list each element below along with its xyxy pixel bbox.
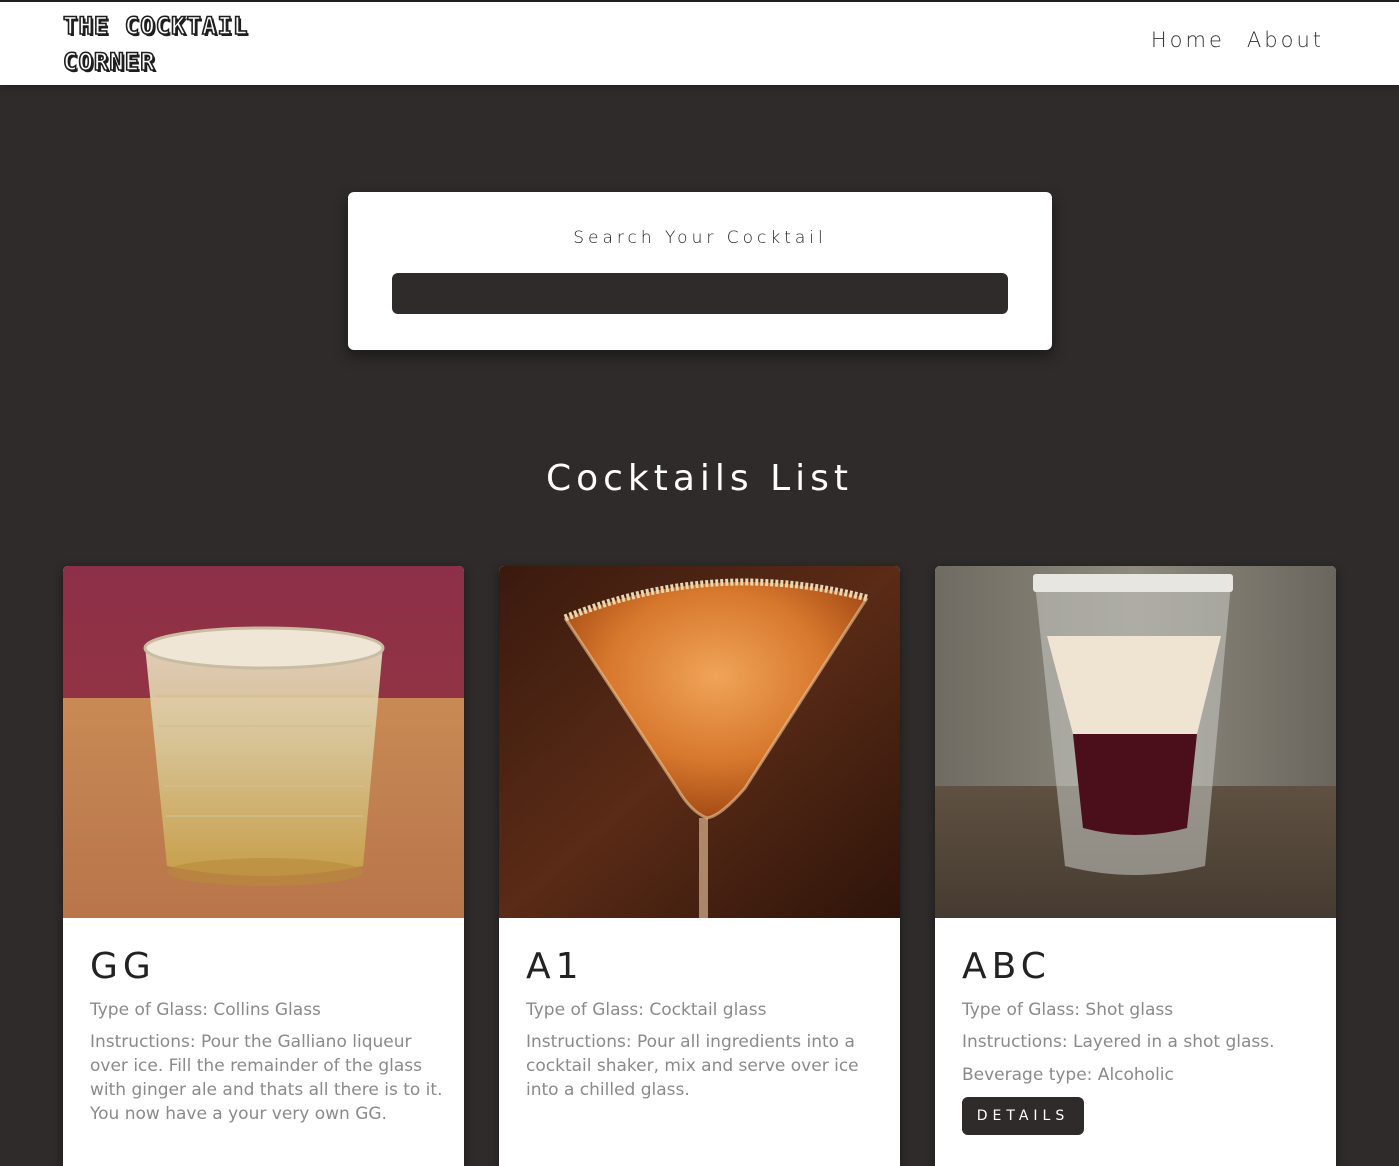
cocktail-glass-type: Type of Glass: Cocktail glass xyxy=(526,1000,767,1020)
cocktail-card: ABC Type of Glass: Shot glass Instructio… xyxy=(935,566,1336,1166)
search-card: Search Your Cocktail xyxy=(348,192,1052,350)
nav-links: Home About xyxy=(1151,28,1324,52)
cocktail-image xyxy=(63,566,464,918)
cocktail-card: A1 Type of Glass: Cocktail glass Instruc… xyxy=(499,566,900,1166)
cocktail-instructions: Instructions: Layered in a shot glass. xyxy=(962,1032,1275,1052)
nav-link-about[interactable]: About xyxy=(1247,28,1324,52)
cocktail-glass-type: Type of Glass: Collins Glass xyxy=(90,1000,321,1020)
search-label: Search Your Cocktail xyxy=(573,228,827,248)
cocktail-image xyxy=(499,566,900,918)
cocktail-name: A1 xyxy=(526,946,584,987)
cocktail-card: GG Type of Glass: Collins Glass Instruct… xyxy=(63,566,464,1166)
nav-link-home[interactable]: Home xyxy=(1151,28,1225,52)
cocktail-image xyxy=(935,566,1336,918)
details-button[interactable]: Details xyxy=(962,1097,1084,1135)
cocktails-list-title: Cocktails List xyxy=(545,458,854,499)
search-input[interactable] xyxy=(392,273,1008,314)
cocktail-name: GG xyxy=(90,946,156,987)
navbar: THE COCKTAIL CORNER Home About xyxy=(0,0,1399,85)
cocktail-beverage-type: Beverage type: Alcoholic xyxy=(962,1065,1174,1085)
cocktail-glass-type: Type of Glass: Shot glass xyxy=(962,1000,1174,1020)
cocktail-name: ABC xyxy=(962,946,1051,987)
cocktail-instructions: Instructions: Pour all ingredients into … xyxy=(526,1032,859,1100)
site-logo[interactable]: THE COCKTAIL CORNER xyxy=(62,8,313,80)
